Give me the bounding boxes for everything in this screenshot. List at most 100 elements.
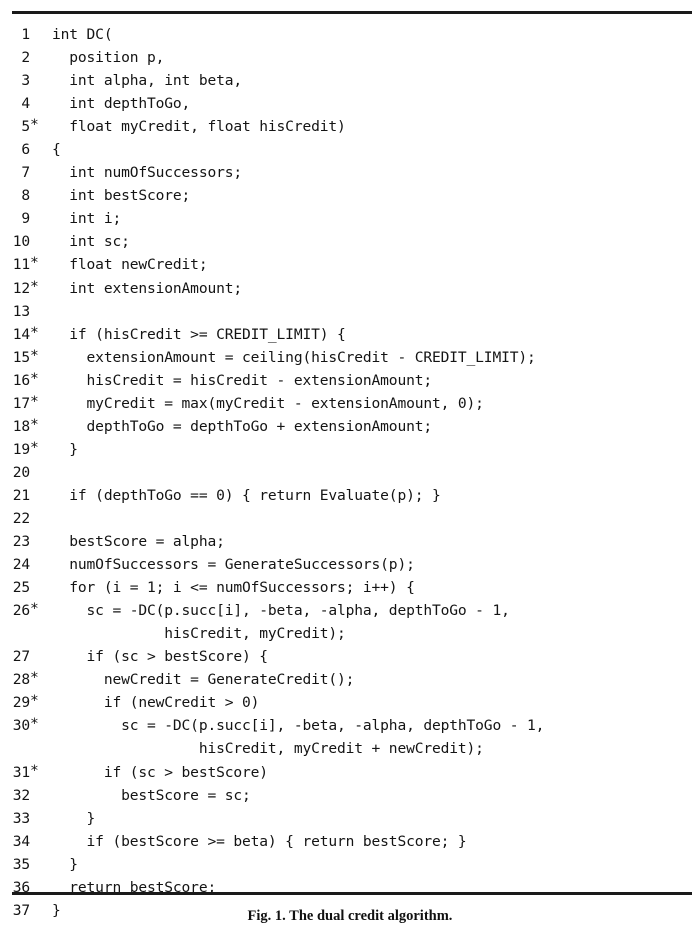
code-line: 3 int alpha, int beta, [0, 67, 700, 90]
code-listing: 1 int DC(2 position p, 3 int alpha, int b… [0, 21, 700, 920]
code-line-text: bestScore = sc; [52, 786, 251, 804]
code-line-marker [30, 298, 41, 321]
code-line-marker [30, 67, 41, 90]
code-line-text: position p, [52, 49, 165, 67]
code-line-number: 9 [21, 210, 30, 228]
figure-bottom-rule [12, 892, 692, 895]
code-line-text: } [52, 440, 78, 458]
code-line-marker [30, 228, 41, 251]
code-line-marker: * [30, 600, 39, 618]
code-line-number: 18 [12, 417, 30, 435]
code-line-text: myCredit = max(myCredit - extensionAmoun… [52, 394, 484, 412]
code-line-text: for (i = 1; i <= numOfSuccessors; i++) { [52, 579, 415, 597]
code-line-number: 33 [12, 809, 30, 827]
code-line-number: 15 [12, 348, 30, 366]
code-line: hisCredit, myCredit); [0, 620, 700, 643]
code-line-number: 3 [21, 72, 30, 90]
code-line-number: 14 [12, 325, 30, 343]
code-line-marker: * [30, 715, 39, 733]
code-line-text: if (depthToGo == 0) { return Evaluate(p)… [52, 486, 441, 504]
code-line: 20 [0, 459, 700, 482]
code-line-number: 16 [12, 371, 30, 389]
code-line: 16* hisCredit = hisCredit - extensionAmo… [0, 367, 700, 390]
code-line-marker [30, 505, 41, 528]
code-line-number: 24 [12, 556, 30, 574]
code-line-text: bestScore = alpha; [52, 533, 225, 551]
code-line-number: 17 [12, 394, 30, 412]
code-line-marker [30, 782, 41, 805]
code-line: 12* int extensionAmount; [0, 275, 700, 298]
code-line: 1 int DC( [0, 21, 700, 44]
code-line-number: 11 [12, 256, 30, 274]
code-line-number: 7 [21, 164, 30, 182]
code-line-number: 30 [12, 717, 30, 735]
code-line-text: float newCredit; [52, 256, 208, 274]
code-line-marker [30, 482, 41, 505]
code-line: 10 int sc; [0, 228, 700, 251]
code-line: 23 bestScore = alpha; [0, 528, 700, 551]
code-line-number: 8 [21, 187, 30, 205]
code-line-number: 19 [12, 440, 30, 458]
code-line-marker: * [30, 116, 39, 134]
code-line: 29* if (newCredit > 0) [0, 689, 700, 712]
code-line-marker [30, 851, 41, 874]
code-line: 11* float newCredit; [0, 251, 700, 274]
code-line-marker [30, 21, 41, 44]
code-line-marker [30, 574, 41, 597]
code-line-text: } [52, 809, 96, 827]
code-line: 22 [0, 505, 700, 528]
code-line-marker: * [30, 369, 39, 387]
code-line-text: return bestScore; [52, 878, 217, 896]
code-line-marker [30, 90, 41, 113]
code-line-number: 32 [12, 786, 30, 804]
code-line-number: 23 [12, 533, 30, 551]
code-line-marker [30, 528, 41, 551]
code-line: 7 int numOfSuccessors; [0, 159, 700, 182]
code-line-text: } [52, 855, 78, 873]
code-line-marker: * [30, 761, 39, 779]
code-line: 18* depthToGo = depthToGo + extensionAmo… [0, 413, 700, 436]
code-line-marker: * [30, 392, 39, 410]
code-line: 13 [0, 298, 700, 321]
code-line: 26* sc = -DC(p.succ[i], -beta, -alpha, d… [0, 597, 700, 620]
code-line-marker: * [30, 323, 39, 341]
figure-top-rule [12, 11, 692, 14]
code-line-marker: * [30, 277, 39, 295]
code-line: 32 bestScore = sc; [0, 782, 700, 805]
code-line-text: sc = -DC(p.succ[i], -beta, -alpha, depth… [52, 717, 545, 735]
code-line-text: if (newCredit > 0) [52, 694, 260, 712]
code-line-text: int alpha, int beta, [52, 72, 242, 90]
code-line-number: 31 [12, 763, 30, 781]
code-line: 9 int i; [0, 205, 700, 228]
code-line-number: 12 [12, 279, 30, 297]
code-line-number: 5 [21, 118, 30, 136]
figure-caption: Fig. 1. The dual credit algorithm. [247, 908, 453, 924]
code-line-marker [30, 551, 41, 574]
code-line-number: 36 [12, 878, 30, 896]
code-line-text: extensionAmount = ceiling(hisCredit - CR… [52, 348, 536, 366]
code-line-text: int extensionAmount; [52, 279, 242, 297]
code-line-number: 28 [12, 671, 30, 689]
code-line-number: 25 [12, 579, 30, 597]
code-line: 21 if (depthToGo == 0) { return Evaluate… [0, 482, 700, 505]
code-line: 17* myCredit = max(myCredit - extensionA… [0, 390, 700, 413]
code-line: 24 numOfSuccessors = GenerateSuccessors(… [0, 551, 700, 574]
code-line-marker [30, 44, 41, 67]
code-line: 30* sc = -DC(p.succ[i], -beta, -alpha, d… [0, 712, 700, 735]
code-line: 25 for (i = 1; i <= numOfSuccessors; i++… [0, 574, 700, 597]
code-line-number: 26 [12, 602, 30, 620]
code-line: 34 if (bestScore >= beta) { return bestS… [0, 828, 700, 851]
code-line-text: int DC( [52, 26, 113, 43]
code-line-marker: * [30, 346, 39, 364]
code-line: 33 } [0, 805, 700, 828]
code-line-number: 27 [12, 648, 30, 666]
code-line-marker [30, 205, 41, 228]
code-line-text: sc = -DC(p.succ[i], -beta, -alpha, depth… [52, 602, 510, 620]
code-line-marker [30, 182, 41, 205]
code-line-number: 4 [21, 95, 30, 113]
code-line: 4 int depthToGo, [0, 90, 700, 113]
code-line: 31* if (sc > bestScore) [0, 759, 700, 782]
code-line-text: float myCredit, float hisCredit) [52, 118, 346, 136]
code-line-number: 34 [12, 832, 30, 850]
code-line-text: if (hisCredit >= CREDIT_LIMIT) { [52, 325, 346, 343]
